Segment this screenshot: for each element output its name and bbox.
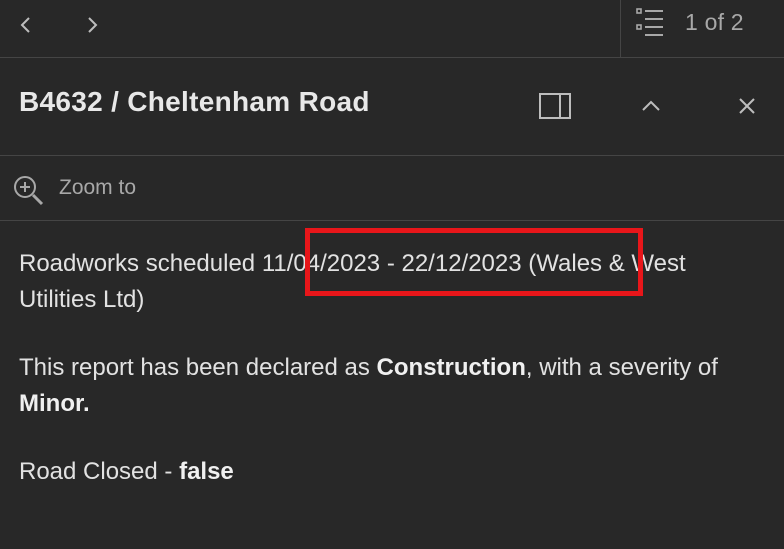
close-icon [739, 98, 755, 114]
chevron-right-icon [88, 17, 98, 33]
zoom-to-label: Zoom to [59, 176, 137, 199]
popup-header: B4632 / Cheltenham Road [0, 58, 784, 156]
chevron-left-icon [20, 17, 30, 33]
dock-panel-icon [539, 93, 571, 119]
page-title: B4632 / Cheltenham Road [19, 86, 370, 117]
declared-middle: , with a severity of [525, 354, 718, 381]
zoom-to-button[interactable]: Zoom to [0, 157, 784, 221]
previous-feature-button[interactable] [2, 5, 50, 45]
declared-type: Construction [376, 354, 526, 381]
popup-navigation-bar: 1 of 2 [0, 0, 784, 58]
declaration-text: This report has been declared as Constru… [19, 350, 769, 422]
next-feature-button[interactable] [68, 5, 116, 45]
schedule-prefix: Roadworks scheduled [19, 250, 262, 277]
chevron-up-icon [642, 100, 660, 111]
collapse-button[interactable] [631, 86, 671, 126]
road-closed-prefix: Road Closed - [19, 458, 180, 485]
schedule-text: Roadworks scheduled 11/04/2023 - 22/12/2… [19, 246, 769, 318]
road-closed-value: false [179, 458, 234, 485]
close-button[interactable] [727, 86, 767, 126]
list-icon [636, 8, 663, 36]
feature-list-button[interactable] [630, 2, 670, 44]
popup-content: Roadworks scheduled 11/04/2023 - 22/12/2… [19, 246, 769, 490]
declared-severity: Minor. [19, 390, 90, 417]
dock-button[interactable] [535, 86, 575, 126]
schedule-dates: 11/04/2023 - 22/12/2023 [261, 250, 522, 277]
declared-prefix: This report has been declared as [19, 354, 377, 381]
nav-divider [620, 0, 621, 58]
pager-count: 1 of 2 [685, 9, 744, 35]
road-closed-text: Road Closed - false [19, 454, 769, 490]
zoom-in-icon [14, 176, 44, 206]
